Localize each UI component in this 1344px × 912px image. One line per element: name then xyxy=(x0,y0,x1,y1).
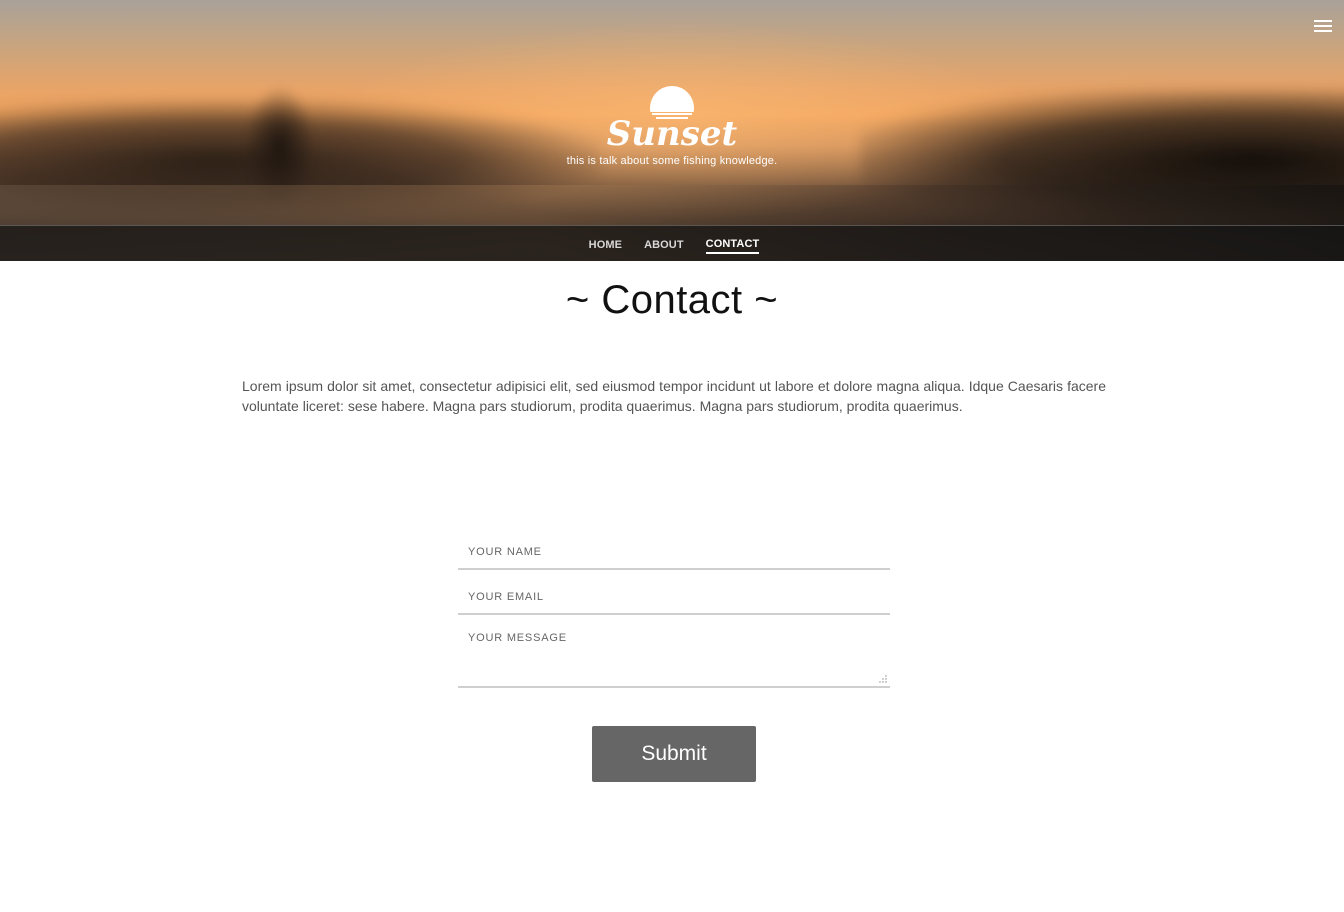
site-tagline: this is talk about some fishing knowledg… xyxy=(566,155,778,167)
main-navigation: HOME ABOUT CONTACT xyxy=(0,225,1344,261)
hero-banner: Sunset this is talk about some fishing k… xyxy=(0,0,1344,261)
nav-item-contact[interactable]: CONTACT xyxy=(705,235,760,254)
submit-button[interactable]: Submit xyxy=(592,726,756,782)
email-input[interactable] xyxy=(458,579,890,613)
name-field-wrapper xyxy=(458,534,890,570)
contact-form xyxy=(458,534,890,688)
name-input[interactable] xyxy=(458,534,890,568)
intro-paragraph: Lorem ipsum dolor sit amet, consectetur … xyxy=(242,378,1106,414)
nav-item-home[interactable]: HOME xyxy=(589,236,622,253)
message-field-wrapper xyxy=(458,624,890,688)
page-title: ~ Contact ~ xyxy=(565,278,779,322)
resize-grip-icon[interactable] xyxy=(879,675,887,683)
sunset-logo-graphic: Sunset xyxy=(607,86,738,154)
brand-wordmark: Sunset xyxy=(607,114,738,154)
nav-item-about[interactable]: ABOUT xyxy=(644,236,684,253)
email-field-wrapper xyxy=(458,579,890,615)
hamburger-menu-icon[interactable] xyxy=(1314,20,1334,36)
sunset-logo[interactable]: Sunset xyxy=(600,82,744,154)
message-textarea[interactable] xyxy=(458,624,890,686)
nav-items: HOME ABOUT CONTACT xyxy=(0,226,1344,261)
